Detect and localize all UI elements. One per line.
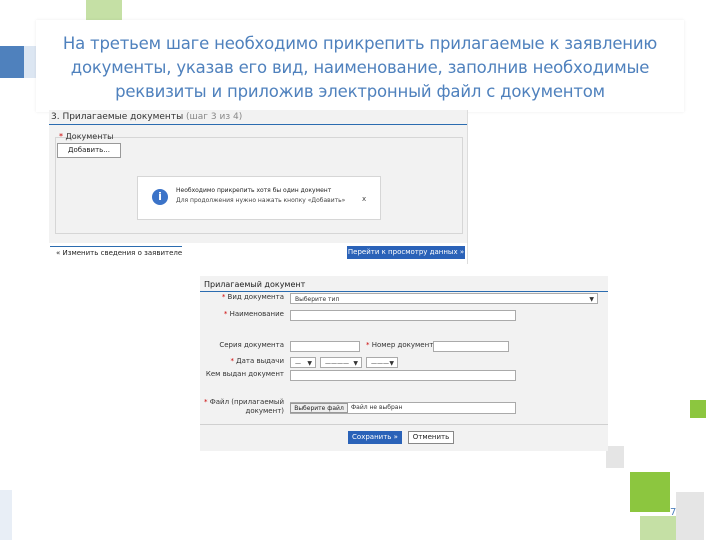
title-line: На третьем шаге необходимо прикрепить пр… (62, 34, 658, 53)
decor-square (86, 0, 122, 22)
next-button[interactable]: Перейти к просмотру данных » (347, 246, 465, 259)
decor-square (690, 400, 706, 418)
cancel-button[interactable]: Отменить (408, 431, 454, 444)
decor-square (0, 46, 24, 78)
divider (200, 424, 608, 425)
notice-message: i Необходимо прикрепить хотя бы один док… (137, 176, 381, 220)
number-label: * Номер документа (366, 341, 438, 349)
date-day-value: — (295, 360, 301, 367)
decor-square (676, 492, 704, 540)
step-documents-panel: 3. Прилагаемые документы (шаг 3 из 4) * … (49, 110, 468, 264)
add-document-button[interactable]: Добавить... (57, 143, 121, 158)
file-label-line: Файл (прилагаемый (209, 398, 284, 406)
step-counter: (шаг 3 из 4) (186, 112, 243, 122)
series-label: Серия документа (219, 341, 284, 349)
date-month-select[interactable]: ———— ▼ (320, 357, 362, 368)
step-nav: « Изменить сведения о заявителе Перейти … (49, 243, 467, 264)
doc-type-select[interactable]: Выберите тип ▼ (290, 293, 598, 304)
doc-type-label-text: Вид документа (227, 293, 284, 301)
title-line: реквизиты и приложив электронный файл с … (115, 82, 605, 101)
save-button[interactable]: Сохранить » (348, 431, 402, 444)
chevron-down-icon: ▼ (589, 296, 594, 303)
number-input[interactable] (433, 341, 509, 352)
documents-label-text: Документы (65, 132, 114, 141)
file-label-line: документ) (245, 407, 284, 415)
chevron-down-icon: ▼ (389, 360, 394, 367)
name-label: * Наименование (223, 310, 284, 318)
decor-square (606, 446, 624, 468)
date-label-text: Дата выдачи (236, 357, 284, 365)
doc-type-label: * Вид документа (221, 293, 284, 301)
back-button[interactable]: « Изменить сведения о заявителе (50, 246, 182, 260)
chevron-down-icon: ▼ (307, 360, 312, 367)
date-label: * Дата выдачи (230, 357, 284, 365)
form-header: Прилагаемый документ (204, 280, 306, 289)
notice-line: Необходимо прикрепить хотя бы один докум… (176, 187, 332, 194)
date-day-select[interactable]: — ▼ (290, 357, 316, 368)
date-year-select[interactable]: ——— ▼ (366, 357, 398, 368)
doc-type-value: Выберите тип (295, 296, 340, 303)
title-line: документы, указав его вид, наименование,… (70, 58, 650, 77)
series-input[interactable] (290, 341, 360, 352)
info-icon: i (152, 189, 168, 205)
number-label-text: Номер документа (371, 341, 438, 349)
decor-square (640, 516, 676, 540)
decor-square (24, 46, 36, 78)
decor-square (630, 472, 670, 512)
slide-title: На третьем шаге необходимо прикрепить пр… (36, 20, 684, 112)
step-title: 3. Прилагаемые документы (51, 112, 184, 122)
divider (49, 124, 467, 125)
issuer-input[interactable] (290, 370, 516, 381)
page-number: 7 (670, 507, 677, 518)
divider (200, 291, 608, 292)
documents-label: * Документы (59, 132, 114, 141)
name-input[interactable] (290, 310, 516, 321)
choose-file-button[interactable]: Выберите файл (290, 403, 348, 413)
step-header: 3. Прилагаемые документы (шаг 3 из 4) (51, 112, 242, 122)
decor-square (0, 490, 12, 540)
notice-line: Для продолжения нужно нажать кнопку «Доб… (176, 197, 346, 204)
name-label-text: Наименование (229, 310, 284, 318)
chevron-down-icon: ▼ (353, 360, 358, 367)
file-label: * Файл (прилагаемый (204, 398, 284, 406)
file-status: Файл не выбран (351, 404, 403, 411)
date-year-value: ——— (371, 360, 389, 367)
attached-document-form: Прилагаемый документ * Вид документа Выб… (200, 276, 608, 451)
date-month-value: ———— (325, 360, 349, 367)
issuer-label: Кем выдан документ (205, 370, 284, 378)
close-icon[interactable]: x (362, 195, 366, 203)
